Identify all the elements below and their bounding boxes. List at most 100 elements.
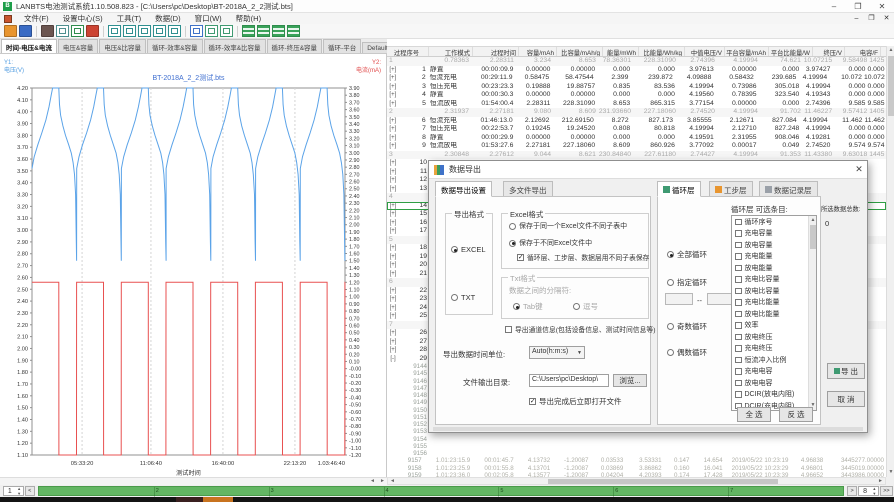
column-header[interactable]: 比能量/Wh/kg <box>639 47 685 56</box>
checkbox[interactable] <box>735 276 742 283</box>
spinner-arrows-icon[interactable]: ▲▼ <box>16 487 23 495</box>
checklist-item[interactable]: 充电能量 <box>732 251 816 263</box>
tab-record-layer[interactable]: 数据记录层 <box>759 181 818 197</box>
expander-icon[interactable]: [+] <box>387 83 401 92</box>
checklist-item[interactable]: 循环序号 <box>732 216 816 228</box>
checkbox-open-after-export[interactable]: ✓导出完成后立即打开文件 <box>529 396 622 407</box>
checklist-scrollbar[interactable]: ▲ ▼ <box>808 216 816 410</box>
checklist-item[interactable]: 放电能量 <box>732 262 816 274</box>
table-row[interactable]: [+]4静置00:00:30.30.000000.000000.0000.000… <box>387 91 886 100</box>
column-header[interactable]: 平台容量/mAh <box>725 47 769 56</box>
expander-icon[interactable]: [+] <box>387 91 401 100</box>
radio-comma[interactable]: 逗号 <box>573 301 598 312</box>
expander-icon[interactable]: [+] <box>387 100 401 109</box>
checklist-item[interactable]: 放电容量 <box>732 239 816 251</box>
table-row[interactable]: [+]1静置00:00:09.90.000000.000000.0000.000… <box>387 66 886 75</box>
expander-icon[interactable]: [+] <box>387 270 401 279</box>
checkbox[interactable] <box>735 345 742 352</box>
scrollbar-thumb[interactable] <box>888 56 894 116</box>
scroll-down-icon[interactable]: ▼ <box>887 468 894 477</box>
checklist-item[interactable]: 充电比容量 <box>732 274 816 286</box>
maximize-button[interactable]: ❐ <box>846 0 870 13</box>
expander-icon[interactable]: [+] <box>387 295 401 304</box>
chart-icon[interactable] <box>71 25 84 37</box>
list-small-icon[interactable] <box>272 25 285 37</box>
record-row[interactable]: 9154 <box>387 436 886 443</box>
browse-button[interactable]: 浏览... <box>613 374 647 387</box>
radio-specified-cycles[interactable]: 指定循环 <box>667 277 707 288</box>
invert-selection-button[interactable]: 反 选 <box>779 407 813 422</box>
next-page-button[interactable]: > <box>847 486 857 496</box>
scroll-right-icon[interactable]: ► <box>378 478 387 485</box>
tab-cycle-layer[interactable]: 循环层 <box>657 181 701 197</box>
checklist-item[interactable]: 充电电容 <box>732 366 816 378</box>
last-page-button[interactable]: >> <box>880 486 893 496</box>
column-header[interactable]: 比容量/mAh/g <box>557 47 603 56</box>
taskbar-item[interactable] <box>176 497 203 502</box>
menu-item[interactable]: 文件(F) <box>17 13 56 24</box>
column-header[interactable]: 容量/mAh <box>519 47 557 56</box>
expander-icon[interactable]: [+] <box>387 159 401 168</box>
expander-icon[interactable]: [-] <box>387 355 401 364</box>
grid-view-icon[interactable] <box>287 25 300 37</box>
left-page-spinner[interactable]: 1 ▲▼ <box>3 486 24 496</box>
export-button[interactable]: 导 出 <box>827 363 865 379</box>
checklist-item[interactable]: 放电比能量 <box>732 308 816 320</box>
open-icon[interactable] <box>4 25 17 37</box>
list-detail-icon[interactable] <box>257 25 270 37</box>
scroll-left-icon[interactable]: ◄ <box>368 478 377 485</box>
checklist-item[interactable]: 放电电容 <box>732 377 816 389</box>
column-header[interactable]: 过程序号 <box>387 47 429 56</box>
radio-txt[interactable]: TXT <box>451 293 475 302</box>
table-row[interactable]: [+]7恒压充电00:22:53.70.1924519.245200.80880… <box>387 125 886 134</box>
scrollbar-thumb[interactable] <box>548 479 778 484</box>
column-header[interactable]: 平台比能量/W <box>769 47 813 56</box>
expander-icon[interactable]: [+] <box>387 125 401 134</box>
checkbox-channel-info[interactable]: 导出通道信息(包括设备信息、测试时间信息等) <box>505 324 655 334</box>
table-row[interactable]: [+]2恒流充电00:29:11.90.5847558.475442.39923… <box>387 74 886 83</box>
checkbox[interactable] <box>735 391 742 398</box>
tab-2[interactable]: 电压&容量 <box>58 39 98 53</box>
tab-step-layer[interactable]: 工步层 <box>709 181 753 197</box>
list-large-icon[interactable] <box>242 25 255 37</box>
column-header[interactable]: 电容/F <box>845 47 881 56</box>
column-header[interactable]: 能量/mWh <box>603 47 639 56</box>
tab-6[interactable]: 循环-终压&容量 <box>267 39 323 53</box>
expander-icon[interactable]: [+] <box>387 66 401 75</box>
record-row[interactable]: 9155 <box>387 443 886 450</box>
close-button[interactable]: ✕ <box>870 0 894 13</box>
tab-export-settings[interactable]: 数据导出设置 <box>435 181 492 197</box>
checkbox[interactable] <box>735 242 742 249</box>
minimize-button[interactable]: – <box>822 0 846 13</box>
checkbox[interactable] <box>735 265 742 272</box>
checkbox[interactable] <box>735 299 742 306</box>
expander-icon[interactable]: [+] <box>387 168 401 177</box>
checkbox[interactable] <box>735 253 742 260</box>
cycle-summary-row[interactable]: 32.308482.276129.0448.621230.84840227.61… <box>387 151 886 160</box>
fit-width-icon[interactable] <box>108 25 121 37</box>
child-close-button[interactable]: ✕ <box>879 13 894 24</box>
cycle-summary-row[interactable]: 22.319372.271819.0808.609231.93660227.18… <box>387 108 886 117</box>
tile-vertical-icon[interactable] <box>190 25 203 37</box>
expander-icon[interactable]: [+] <box>387 117 401 126</box>
expander-icon[interactable]: [+] <box>387 261 401 270</box>
checklist-item[interactable]: 恒流冲入比例 <box>732 354 816 366</box>
checklist-item[interactable]: 充电比能量 <box>732 297 816 309</box>
checkbox[interactable] <box>735 288 742 295</box>
column-header[interactable]: 过程时间 <box>473 47 519 56</box>
checkbox[interactable] <box>735 219 742 226</box>
dialog-close-icon[interactable]: ✕ <box>851 164 867 175</box>
expander-icon[interactable]: [+] <box>387 142 401 151</box>
radio-even-cycles[interactable]: 偶数循环 <box>667 347 707 358</box>
column-header[interactable]: 终压/V <box>813 47 845 56</box>
checkbox[interactable] <box>735 230 742 237</box>
table-vertical-scrollbar[interactable]: ▲ ▼ <box>886 46 894 477</box>
scroll-up-icon[interactable]: ▲ <box>887 46 894 55</box>
scrollbar-thumb[interactable] <box>810 225 816 249</box>
radio-all-cycles[interactable]: 全部循环 <box>667 249 707 260</box>
child-restore-button[interactable]: ❐ <box>864 13 879 24</box>
expander-icon[interactable]: [+] <box>387 287 401 296</box>
checklist-item[interactable]: 充电终压 <box>732 343 816 355</box>
checkbox[interactable] <box>735 357 742 364</box>
prev-page-button[interactable]: < <box>25 486 35 496</box>
